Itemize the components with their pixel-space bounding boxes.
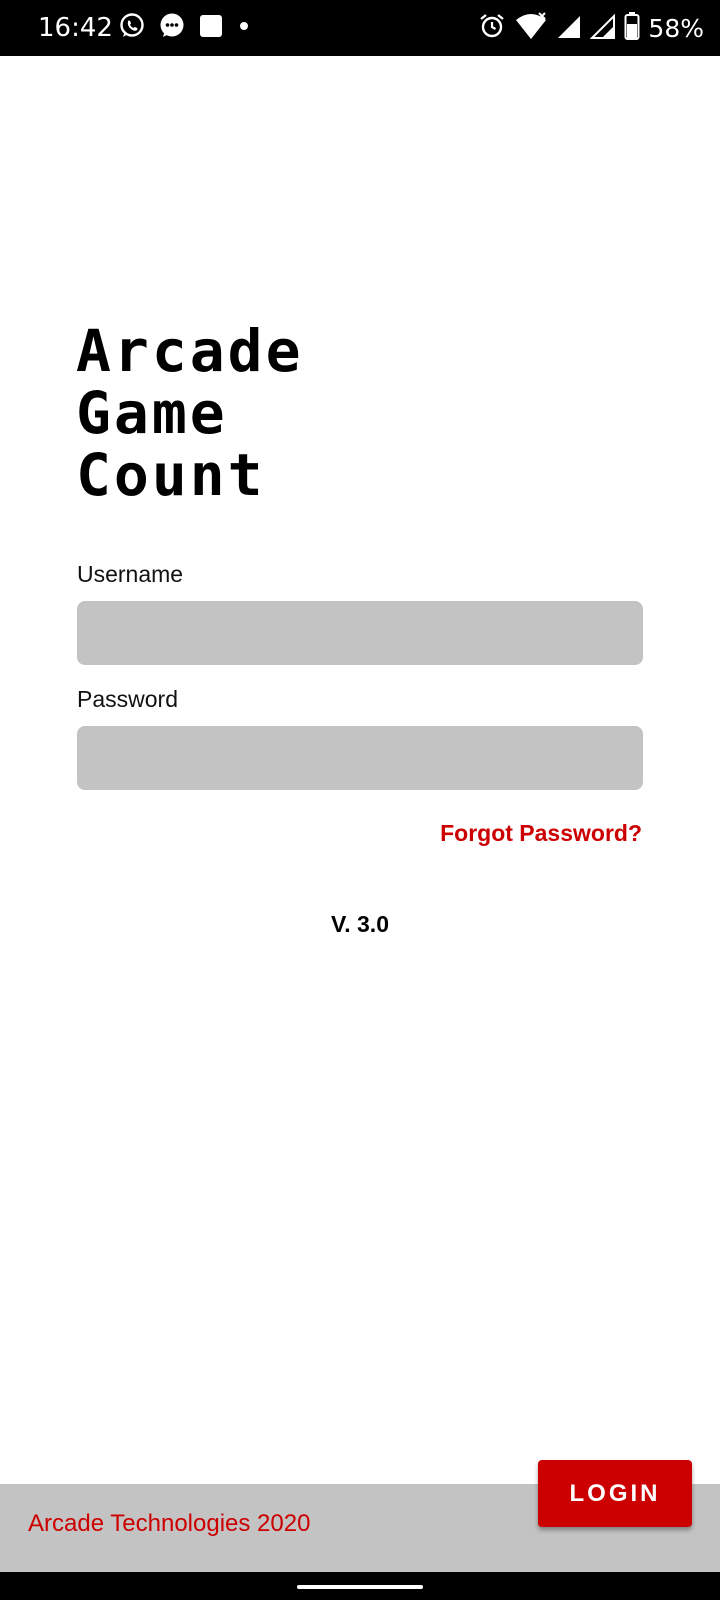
notification-icons: [118, 12, 252, 44]
app-title-line: Arcade: [76, 317, 304, 385]
messages-icon: [158, 12, 186, 45]
username-input[interactable]: [77, 601, 643, 665]
signal-icon: [590, 12, 616, 45]
status-time: 16:42: [38, 13, 113, 43]
app-title-line: Game: [76, 379, 228, 447]
square-notification-icon: [198, 13, 224, 44]
battery-percent: 58%: [648, 13, 704, 43]
app-title: Arcade Game Count: [76, 320, 304, 506]
username-label: Username: [77, 561, 184, 587]
login-button[interactable]: LOGIN: [538, 1460, 692, 1527]
alarm-icon: [478, 12, 506, 45]
footer-copyright: Arcade Technologies 2020: [28, 1510, 311, 1537]
status-bar: 16:42 58%: [0, 0, 720, 56]
password-label: Password: [77, 686, 178, 712]
app-title-line: Count: [76, 441, 266, 509]
whatsapp-icon: [118, 12, 146, 45]
forgot-password-link[interactable]: Forgot Password?: [440, 820, 642, 847]
home-gesture-handle[interactable]: [297, 1585, 423, 1589]
battery-icon: [624, 11, 640, 46]
version-label: V. 3.0: [331, 911, 389, 937]
wifi-icon: [514, 11, 548, 46]
dot-icon: [236, 13, 252, 44]
navigation-bar: [0, 1572, 720, 1600]
system-status-icons: 58%: [478, 10, 704, 46]
login-screen: 16:42 58% Arcade Game Count Username Pas…: [0, 0, 720, 1600]
password-input[interactable]: [77, 726, 643, 790]
signal-icon: [556, 12, 582, 45]
